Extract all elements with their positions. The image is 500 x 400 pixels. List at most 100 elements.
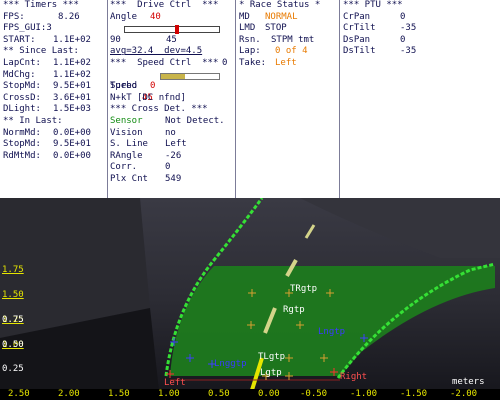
since-item-value: 1.1E+02 <box>53 57 91 68</box>
x-tick-label: 1.00 <box>158 389 180 399</box>
angle-average: avg=32.4 dev=4.5 <box>110 46 203 57</box>
marker-label: Right <box>340 372 368 382</box>
cross-item-label: Vision <box>110 127 143 138</box>
y-tick-label: 0.25 <box>2 364 24 374</box>
ptu-section: *** PTU *** CrPan 0 CrTilt -35 DsPan 0 DsTi… <box>343 0 497 198</box>
cross-item-value: no <box>165 127 176 138</box>
fps-label: FPS: <box>3 11 25 22</box>
ptu-item-value: -35 <box>400 46 417 57</box>
in-item-label: RdMtMd: <box>3 150 41 161</box>
ptu-item-value: -35 <box>400 23 417 34</box>
ptu-item-label: CrPan <box>343 11 371 22</box>
x-tick-label: -0.50 <box>300 389 328 399</box>
x-tick-label: 2.00 <box>58 389 80 399</box>
race-status-header: * Race Status * <box>239 0 321 10</box>
in-last-header: ** In Last: <box>3 115 63 126</box>
cross-item-value: 0 <box>165 162 171 173</box>
cross-item-label: Corr. <box>110 162 138 173</box>
md-value: NORMAL <box>265 11 298 22</box>
camera-view: 1.75 1.50 1.25 1.00 0.75 0.50 0.25 TRgtp… <box>0 198 500 400</box>
lmd-value: STOP <box>265 23 287 34</box>
units-label: meters <box>452 377 485 387</box>
since-item-label: DLight: <box>3 104 41 115</box>
marker-label: Lnggtp <box>214 359 247 369</box>
timers-header: *** Timers *** <box>3 0 79 10</box>
angle-slider[interactable] <box>124 25 220 35</box>
ptu-item-value: 0 <box>400 34 406 45</box>
ptu-item-label: DsPan <box>343 34 371 45</box>
turbo-value: 0 <box>150 81 156 92</box>
since-item-value: 9.5E+01 <box>53 81 91 92</box>
x-tick-label: 0.00 <box>258 389 280 399</box>
y-tick-label: 0.75 <box>2 315 24 325</box>
angle-slider-thumb[interactable] <box>175 25 180 35</box>
cross-det-header: *** Cross Det. *** <box>110 104 208 115</box>
since-item-label: LapCnt: <box>3 57 41 68</box>
ptu-item-value: 0 <box>400 11 406 22</box>
cross-item-value: Left <box>165 139 187 150</box>
x-axis-bar: 2.50 2.00 1.50 1.00 0.50 0.00 -0.50 -1.0… <box>0 389 500 400</box>
since-last-header: ** Since Last: <box>3 46 79 57</box>
fps-value: 8.26 <box>58 11 80 22</box>
since-item-value: 1.5E+03 <box>53 104 91 115</box>
drive-ctrl-section: *** Drive Ctrl *** Angle 40 90 0 45 avg=3… <box>110 0 232 198</box>
since-item-label: StopMd: <box>3 81 41 92</box>
cross-item-label: RAngle <box>110 150 143 161</box>
ptu-item-label: CrTilt <box>343 23 376 34</box>
in-item-label: StopMd: <box>3 139 41 150</box>
ptu-item-label: DsTilt <box>343 46 376 57</box>
cross-item-value: Not Detect. <box>165 115 225 126</box>
x-tick-label: 2.50 <box>8 389 30 399</box>
cross-item-label: Plx Cnt <box>110 173 148 184</box>
column-divider <box>235 0 236 198</box>
column-divider <box>339 0 340 198</box>
y-tick-label: 1.75 <box>2 265 24 275</box>
rsn-label: Rsn. <box>239 34 261 45</box>
marker-label: TLgtp <box>258 352 286 362</box>
x-axis-labels: 2.50 2.00 1.50 1.00 0.50 0.00 -0.50 -1.0… <box>0 389 500 400</box>
md-label: MD <box>239 11 250 22</box>
telemetry-panel: *** Timers *** FPS: 8.26 FPS_GUI:3 START:… <box>0 0 500 198</box>
angle-value: 40 <box>150 11 161 22</box>
lap-value: 0 of 4 <box>275 46 308 57</box>
lmd-label: LMD <box>239 23 256 34</box>
race-status-section: * Race Status * MD NORMAL LMD STOP Rsn. STP… <box>239 0 335 198</box>
marker-label: Left <box>164 378 186 388</box>
cross-item-value: -26 <box>165 150 182 161</box>
x-tick-label: 0.50 <box>208 389 230 399</box>
fps-gui-label: FPS_GUI:3 <box>3 23 52 34</box>
since-item-value: 1.1E+02 <box>53 69 91 80</box>
since-item-label: MdChg: <box>3 69 36 80</box>
in-item-label: NormMd: <box>3 127 41 138</box>
cross-item-label: Sensor <box>110 115 143 126</box>
in-item-value: 0.0E+00 <box>53 127 91 138</box>
start-label: START: <box>3 34 36 45</box>
cross-item-label: S. Line <box>110 139 148 150</box>
x-tick-label: -2.00 <box>450 389 478 399</box>
rsn-value: STPM tmt <box>271 34 315 45</box>
start-value: 1.1E+02 <box>53 34 91 45</box>
y-tick-label: 0.50 <box>2 340 24 350</box>
take-value: Left <box>275 57 297 68</box>
marker-label: Lgtp <box>260 368 282 378</box>
in-item-value: 0.0E+00 <box>53 150 91 161</box>
lap-label: Lap: <box>239 46 261 57</box>
timers-section: *** Timers *** FPS: 8.26 FPS_GUI:3 START:… <box>3 0 105 198</box>
nkt-status: N+kT [DC nfnd] <box>110 92 186 103</box>
cross-item-value: 549 <box>165 173 182 184</box>
angle-label: Angle <box>110 11 138 22</box>
x-tick-label: 1.50 <box>108 389 130 399</box>
since-item-value: 3.6E+01 <box>53 92 91 103</box>
since-item-label: CrossD: <box>3 92 41 103</box>
x-tick-label: -1.50 <box>400 389 428 399</box>
marker-label: Rgtp <box>283 305 305 315</box>
turbo-label: Turbo <box>110 81 138 92</box>
drive-ctrl-header: *** Drive Ctrl *** <box>110 0 219 10</box>
ptu-header: *** PTU *** <box>343 0 403 10</box>
in-item-value: 9.5E+01 <box>53 139 91 150</box>
speed-bar <box>160 72 220 80</box>
take-label: Take: <box>239 57 267 68</box>
speed-ctrl-header: *** Speed Ctrl *** <box>110 57 219 68</box>
x-tick-label: -1.00 <box>350 389 378 399</box>
marker-label: Lngtp <box>318 327 346 337</box>
